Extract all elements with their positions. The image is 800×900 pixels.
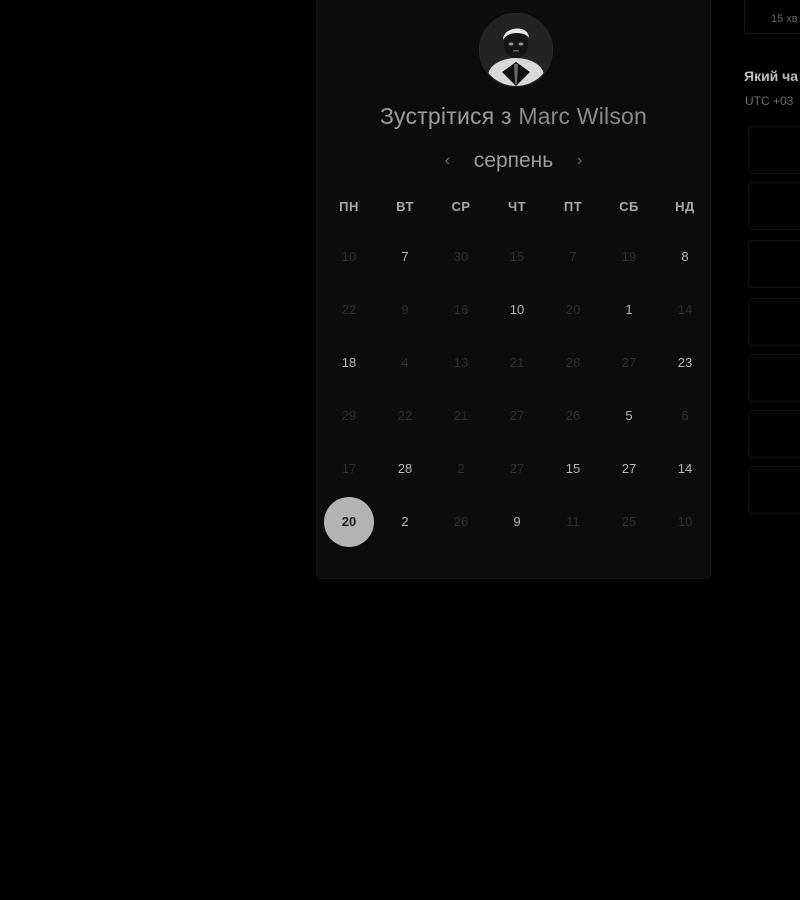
time-slot[interactable] <box>748 466 800 514</box>
chevron-left-icon[interactable]: ‹ <box>437 152 457 170</box>
weekday-tue: ВТ <box>396 199 414 214</box>
calendar-day[interactable]: 9 <box>380 285 430 335</box>
weekday-thu: ЧТ <box>507 199 527 214</box>
duration-selector[interactable]: 15 хв <box>744 0 800 34</box>
calendar-day[interactable]: 23 <box>660 338 710 388</box>
calendar-day[interactable]: 21 <box>492 338 542 388</box>
month-label: серпень <box>473 149 554 172</box>
time-slot[interactable] <box>748 240 800 288</box>
time-slot[interactable] <box>748 298 800 346</box>
calendar-day[interactable]: 9 <box>492 497 542 547</box>
calendar-day[interactable]: 10 <box>660 497 710 547</box>
time-slot[interactable] <box>748 410 800 458</box>
calendar-day[interactable]: 17 <box>324 444 374 494</box>
calendar-day[interactable]: 10 <box>324 232 374 282</box>
host-name: Marc Wilson <box>518 103 648 129</box>
calendar-day[interactable]: 8 <box>660 232 710 282</box>
month-navigation: ‹ серпень › <box>317 149 710 177</box>
calendar-day[interactable]: 26 <box>436 497 486 547</box>
calendar-day[interactable]: 21 <box>436 391 486 441</box>
calendar-day[interactable]: 27 <box>492 391 542 441</box>
time-slot[interactable] <box>748 182 800 230</box>
calendar-day[interactable]: 22 <box>380 391 430 441</box>
calendar-day[interactable]: 27 <box>492 444 542 494</box>
calendar-day[interactable]: 1 <box>604 285 654 335</box>
calendar-day[interactable]: 30 <box>436 232 486 282</box>
page: Зустрітися з Marc Wilson ‹ серпень › ПН … <box>0 0 800 900</box>
calendar-day-grid: 10 7 30 15 7 19 8 22 9 16 10 20 1 14 18 4 13 21 28 27 23 29 22… <box>321 237 713 557</box>
calendar-day[interactable]: 14 <box>660 285 710 335</box>
calendar-day[interactable]: 26 <box>548 391 598 441</box>
calendar-day[interactable]: 14 <box>660 444 710 494</box>
calendar-day[interactable]: 29 <box>324 391 374 441</box>
calendar-day[interactable]: 20 <box>548 285 598 335</box>
calendar-day[interactable]: 27 <box>604 444 654 494</box>
meeting-title: Зустрітися з Marc Wilson <box>317 103 710 130</box>
calendar-day[interactable]: 4 <box>380 338 430 388</box>
calendar-day[interactable]: 18 <box>324 338 374 388</box>
calendar-day-selected[interactable]: 20 <box>324 497 374 547</box>
calendar-day[interactable]: 11 <box>548 497 598 547</box>
calendar-day[interactable]: 15 <box>548 444 598 494</box>
weekday-wed: СР <box>451 199 471 214</box>
calendar-day[interactable]: 5 <box>604 391 654 441</box>
calendar-day[interactable]: 15 <box>492 232 542 282</box>
weekday-header-row: ПН ВТ СР ЧТ ПТ СБ НД <box>321 199 713 215</box>
weekday-sun: НД <box>675 199 695 214</box>
chevron-right-icon[interactable]: › <box>570 152 590 170</box>
calendar-day[interactable]: 19 <box>604 232 654 282</box>
calendar-day[interactable]: 28 <box>380 444 430 494</box>
calendar-day[interactable]: 10 <box>492 285 542 335</box>
weekday-fri: ПТ <box>563 199 583 214</box>
calendar-day[interactable]: 28 <box>548 338 598 388</box>
calendar-day[interactable]: 2 <box>380 497 430 547</box>
time-slot[interactable] <box>748 126 800 174</box>
calendar-card: Зустрітися з Marc Wilson ‹ серпень › ПН … <box>316 0 711 579</box>
calendar-day[interactable]: 13 <box>436 338 486 388</box>
calendar-day[interactable]: 2 <box>436 444 486 494</box>
calendar-day[interactable]: 6 <box>660 391 710 441</box>
weekday-mon: ПН <box>339 199 359 214</box>
calendar-day[interactable]: 25 <box>604 497 654 547</box>
host-photo <box>480 14 552 86</box>
calendar-day[interactable]: 16 <box>436 285 486 335</box>
time-selection-panel: 15 хв Який ча UTC +03 <box>744 0 800 560</box>
host-avatar <box>479 13 553 87</box>
time-question-heading: Який ча <box>744 68 799 84</box>
time-slot[interactable] <box>748 354 800 402</box>
title-prefix: Зустрітися з <box>379 103 512 129</box>
calendar-day[interactable]: 7 <box>380 232 430 282</box>
weekday-sat: СБ <box>619 199 639 214</box>
timezone-label: UTC +03 <box>745 94 794 108</box>
calendar-day[interactable]: 22 <box>324 285 374 335</box>
calendar-day[interactable]: 27 <box>604 338 654 388</box>
calendar-day[interactable]: 7 <box>548 232 598 282</box>
